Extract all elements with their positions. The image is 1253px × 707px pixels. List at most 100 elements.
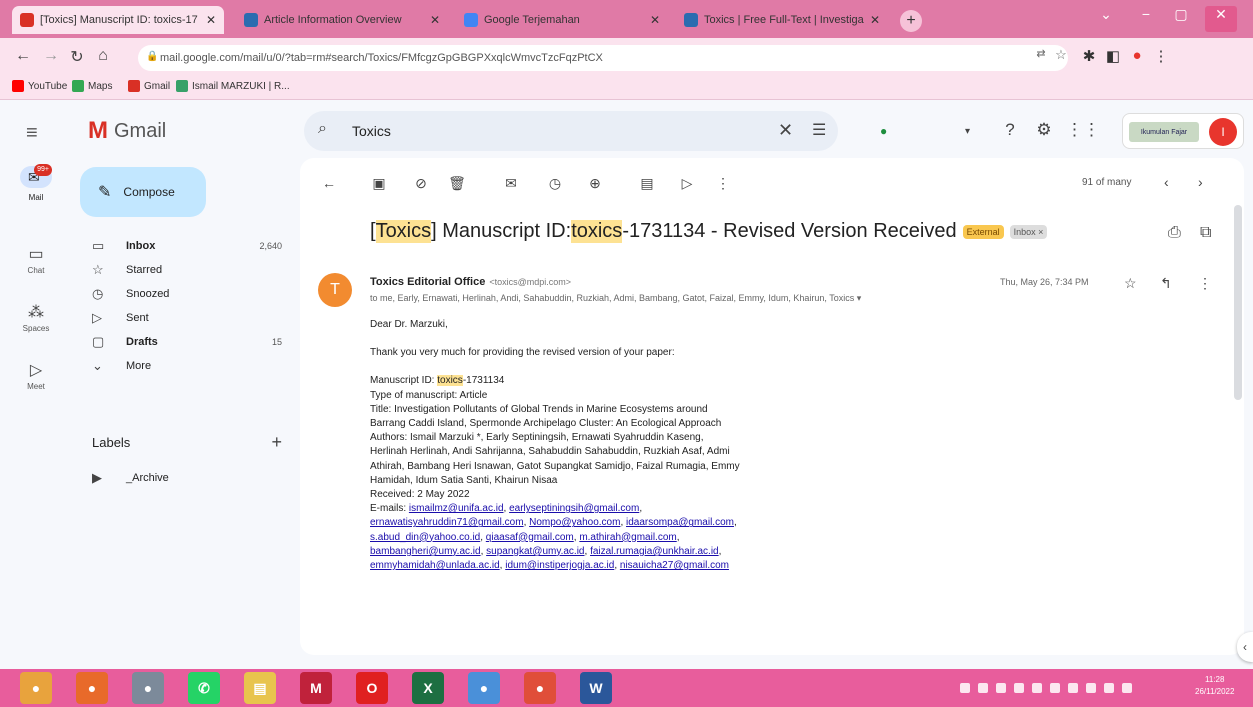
browser-tab[interactable]: Article Information Overview ✕ — [236, 6, 448, 34]
move-to-icon[interactable]: ▤ — [636, 175, 658, 192]
email-link[interactable]: s.abud_din@yahoo.co.id — [370, 532, 480, 543]
gmail-logo[interactable]: M Gmail — [88, 117, 166, 145]
account-switcher[interactable]: Ikumulan Fajar I — [1122, 113, 1244, 149]
back-button[interactable]: ← — [12, 47, 34, 65]
tray-icon[interactable] — [996, 683, 1006, 693]
reload-button[interactable]: ↻ — [66, 47, 88, 67]
browser-tab[interactable]: Google Terjemahan ✕ — [456, 6, 668, 34]
compose-button[interactable]: ✎ Compose — [80, 167, 206, 217]
label-icon[interactable]: ▷ — [676, 175, 698, 192]
app-taskbar-icon[interactable]: M — [300, 672, 332, 704]
system-clock[interactable]: 11:28 26/11/2022 — [1195, 674, 1234, 698]
tray-icon[interactable] — [1104, 683, 1114, 693]
sidebar-item-more[interactable]: ⌄ More — [92, 354, 292, 378]
chrome2-taskbar-icon[interactable]: ● — [468, 672, 500, 704]
whatsapp-taskbar-icon[interactable]: ✆ — [188, 672, 220, 704]
bookmark-item[interactable]: Ismail MARZUKI | R... — [176, 80, 290, 92]
profile-icon[interactable]: ● — [1126, 47, 1148, 64]
help-icon[interactable]: ? — [998, 120, 1022, 140]
apps-grid-icon[interactable]: ⋮⋮ — [1066, 120, 1100, 140]
email-link[interactable]: supangkat@umy.ac.id — [486, 546, 584, 557]
tray-icon[interactable] — [978, 683, 988, 693]
more-email-icon[interactable]: ⋮ — [1198, 275, 1212, 292]
search-icon[interactable]: ⌕ — [318, 120, 327, 138]
email-link[interactable]: qiaasaf@gmail.com — [486, 532, 574, 543]
main-menu-icon[interactable]: ≡ — [26, 122, 38, 145]
tray-icon[interactable] — [1032, 683, 1042, 693]
minimize-button[interactable]: − — [1130, 6, 1162, 22]
reply-icon[interactable]: ↰ — [1160, 275, 1172, 292]
tray-icon[interactable] — [1086, 683, 1096, 693]
status-selector[interactable]: ● ▾ — [880, 118, 970, 144]
sidebar-item-starred[interactable]: ☆ Starred — [92, 258, 292, 282]
opera-taskbar-icon[interactable]: O — [356, 672, 388, 704]
rail-spaces[interactable]: ⁂ Spaces — [20, 302, 52, 333]
bookmark-star-icon[interactable]: ☆ — [1050, 47, 1072, 63]
chrome-taskbar-icon[interactable]: ● — [20, 672, 52, 704]
email-link[interactable]: faizal.rumagia@unkhair.ac.id — [590, 546, 719, 557]
email-link[interactable]: nisauicha27@gmail.com — [620, 560, 729, 571]
sidebar-item-drafts[interactable]: ▢ Drafts 15 — [92, 330, 292, 354]
inbox-label-chip[interactable]: Inbox × — [1009, 224, 1048, 239]
user-taskbar-icon[interactable]: ● — [132, 672, 164, 704]
delete-icon[interactable]: 🗑 — [446, 175, 468, 192]
browser-tab[interactable]: [Toxics] Manuscript ID: toxics-17 ✕ — [12, 6, 224, 34]
newer-icon[interactable]: ‹ — [1164, 174, 1169, 190]
report-spam-icon[interactable]: ⊘ — [410, 175, 432, 192]
email-link[interactable]: emmyhamidah@unlada.ac.id — [370, 560, 500, 571]
email-link[interactable]: earlyseptiningsih@gmail.com — [509, 503, 639, 514]
sidebar-icon[interactable]: ◧ — [1102, 47, 1124, 65]
tray-icon[interactable] — [1068, 683, 1078, 693]
translate-page-icon[interactable]: ⇄ — [1030, 47, 1052, 60]
email-link[interactable]: idaarsompa@gmail.com — [626, 517, 734, 528]
archive-icon[interactable]: ▣ — [368, 175, 390, 192]
add-label-icon[interactable]: + — [271, 432, 282, 453]
chrome3-taskbar-icon[interactable]: ● — [524, 672, 556, 704]
settings-icon[interactable]: ⚙ — [1032, 120, 1056, 140]
address-bar[interactable]: 🔒 mail.google.com/mail/u/0/?tab=rm#searc… — [138, 45, 1068, 71]
label-archive[interactable]: ▶ _Archive — [92, 466, 292, 490]
more-actions-icon[interactable]: ⋮ — [712, 175, 734, 192]
recipients[interactable]: to me, Early, Ernawati, Herlinah, Andi, … — [370, 293, 861, 304]
close-tab-icon[interactable]: ✕ — [206, 13, 216, 27]
back-to-list-icon[interactable]: ← — [318, 175, 340, 191]
explorer-taskbar-icon[interactable]: ▤ — [244, 672, 276, 704]
browser-tab[interactable]: Toxics | Free Full-Text | Investiga ✕ — [676, 6, 888, 34]
bookmark-item[interactable]: Maps — [72, 80, 112, 92]
sidebar-item-sent[interactable]: ▷ Sent — [92, 306, 292, 330]
mark-unread-icon[interactable]: ✉ — [500, 175, 522, 192]
email-link[interactable]: bambangheri@umy.ac.id — [370, 546, 481, 557]
tray-icon[interactable] — [1014, 683, 1024, 693]
bookmark-item[interactable]: Gmail — [128, 80, 170, 92]
firefox-taskbar-icon[interactable]: ● — [76, 672, 108, 704]
avatar[interactable]: I — [1209, 118, 1237, 146]
older-icon[interactable]: › — [1198, 174, 1203, 190]
rail-meet[interactable]: ▷ Meet — [20, 360, 52, 391]
add-task-icon[interactable]: ⊕ — [584, 175, 606, 192]
star-icon[interactable]: ☆ — [1124, 275, 1137, 292]
tray-icon[interactable] — [1050, 683, 1060, 693]
close-tab-icon[interactable]: ✕ — [650, 13, 660, 27]
word-taskbar-icon[interactable]: W — [580, 672, 612, 704]
close-tab-icon[interactable]: ✕ — [430, 13, 440, 27]
extensions-icon[interactable]: ✱ — [1078, 47, 1100, 65]
search-options-icon[interactable]: ☰ — [812, 120, 826, 140]
browser-menu-icon[interactable]: ⋮ — [1150, 47, 1172, 65]
tray-icon[interactable] — [1122, 683, 1132, 693]
search-input[interactable] — [352, 120, 752, 142]
open-new-window-icon[interactable]: ⧉ — [1200, 224, 1211, 242]
email-link[interactable]: m.athirah@gmail.com — [579, 532, 676, 543]
new-tab-button[interactable]: + — [900, 10, 922, 32]
sidebar-item-snoozed[interactable]: ◷ Snoozed — [92, 282, 292, 306]
tray-icon[interactable] — [960, 683, 970, 693]
clear-search-icon[interactable]: ✕ — [778, 120, 793, 141]
sender-name[interactable]: Toxics Editorial Office — [370, 276, 485, 288]
snooze-icon[interactable]: ◷ — [544, 175, 566, 192]
rail-mail[interactable]: ✉ 99+ Mail — [20, 164, 52, 210]
forward-button[interactable]: → — [40, 47, 62, 65]
email-link[interactable]: Nompo@yahoo.com — [529, 517, 620, 528]
home-button[interactable]: ⌂ — [92, 47, 114, 65]
email-link[interactable]: idum@instiperjogja.ac.id — [505, 560, 614, 571]
tab-search-icon[interactable]: ⌄ — [1090, 6, 1122, 23]
close-tab-icon[interactable]: ✕ — [870, 13, 880, 27]
